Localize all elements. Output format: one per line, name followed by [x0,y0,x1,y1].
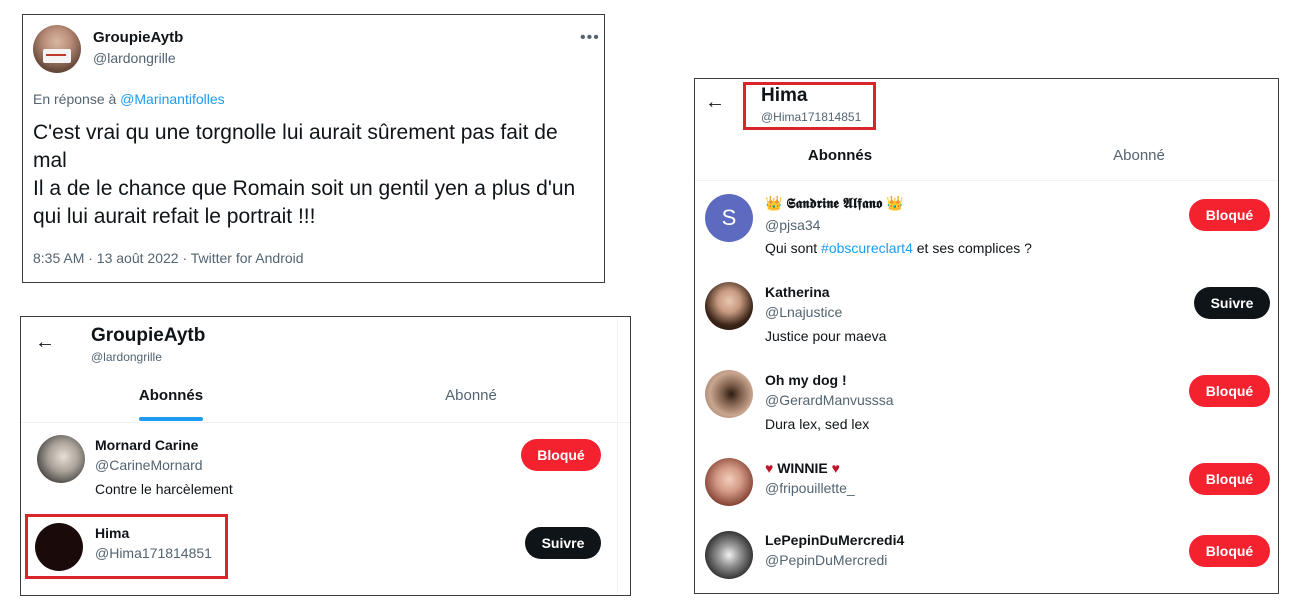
scrollbar[interactable] [617,317,618,595]
blocked-button[interactable]: Bloqué [1189,535,1270,567]
blocked-button[interactable]: Bloqué [521,439,601,471]
blocked-button[interactable]: Bloqué [1189,375,1270,407]
back-arrow-icon[interactable]: ← [35,331,55,354]
bio-text: et ses complices ? [912,240,1032,256]
tab-active-indicator [139,417,203,421]
more-icon[interactable]: ••• [580,29,600,47]
highlight-box [743,82,876,130]
user-handle[interactable]: @fripouillette_ [765,480,855,496]
page-title: GroupieAytb [91,325,206,346]
user-bio: Justice pour maeva [765,328,887,344]
user-handle[interactable]: @Lnajustice [765,304,842,320]
page-subtitle-handle: @lardongrille [91,350,162,364]
user-handle[interactable]: @pjsa34 [765,217,820,233]
user-handle[interactable]: @CarineMornard [95,457,203,473]
tweet-card: GroupieAytb @lardongrille ••• En réponse… [22,14,605,283]
reply-prefix: En réponse à [33,91,121,107]
hashtag-link[interactable]: #obscureclart4 [821,240,913,256]
bio-text: Qui sont [765,240,822,256]
avatar[interactable] [33,25,81,73]
user-name[interactable]: Mornard Carine [95,437,198,453]
user-name[interactable]: 👑 𝕾𝖆𝖓𝖉𝖗𝖎𝖓𝖊 𝕬𝖑𝖋𝖆𝖓𝖔 👑 [765,195,904,212]
user-name[interactable]: ♥ WINNIE ♥ [765,460,840,476]
highlight-box [25,514,228,579]
tab-following[interactable]: Abonné [1079,147,1199,164]
followers-list-groupieaytb: ← GroupieAytb @lardongrille Abonnés Abon… [20,316,631,596]
user-handle[interactable]: @PepinDuMercredi [765,552,887,568]
tweet-text: C'est vrai qu une torgnolle lui aurait s… [33,121,576,228]
reply-to-link[interactable]: @Marinantifolles [120,91,224,107]
tab-followers[interactable]: Abonnés [780,147,900,164]
followers-list-hima: ← Hima @Hima171814851 Abonnés Abonné S 👑… [694,78,1279,594]
avatar[interactable] [705,370,753,418]
reply-context: En réponse à @Marinantifolles [33,91,225,107]
user-name[interactable]: Katherina [765,284,830,300]
user-bio: Contre le harcèlement [95,481,233,497]
blocked-button[interactable]: Bloqué [1189,199,1270,231]
avatar[interactable] [705,282,753,330]
follow-button[interactable]: Suivre [1194,287,1270,319]
avatar[interactable] [37,435,85,483]
avatar[interactable]: S [705,194,753,242]
back-arrow-icon[interactable]: ← [705,91,725,114]
user-name[interactable]: Oh my dog ! [765,372,847,388]
user-bio: Dura lex, sed lex [765,416,870,432]
user-handle[interactable]: @GerardManvusssa [765,392,894,408]
divider [695,180,1278,181]
tab-followers[interactable]: Abonnés [111,387,231,404]
avatar[interactable] [705,531,753,579]
user-name[interactable]: LePepinDuMercredi4 [765,532,904,548]
user-bio: Qui sont #obscureclart4 et ses complices… [765,240,1032,256]
tab-following[interactable]: Abonné [411,387,531,404]
tweet-author-handle[interactable]: @lardongrille [93,50,176,66]
blocked-button[interactable]: Bloqué [1189,463,1270,495]
follow-button[interactable]: Suivre [525,527,601,559]
divider [21,422,630,423]
tweet-timestamp[interactable]: 8:35 AM · 13 août 2022 · Twitter for And… [33,250,304,266]
tweet-author-name[interactable]: GroupieAytb [93,29,183,46]
avatar[interactable] [705,458,753,506]
